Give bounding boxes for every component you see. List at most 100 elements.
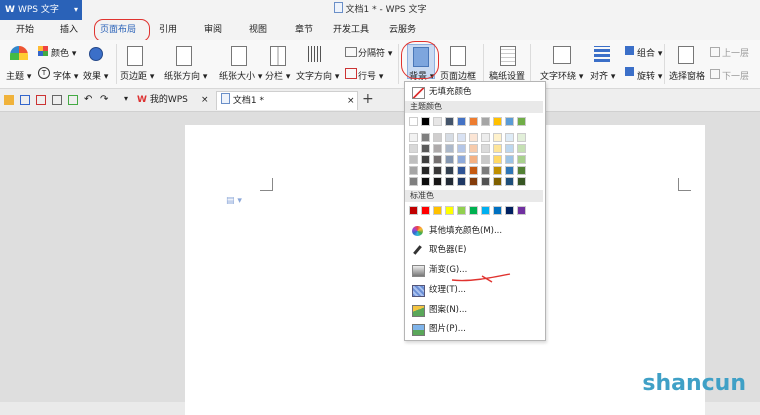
more-fill-colors-option[interactable]: 其他填充颜色(M)...	[405, 222, 543, 240]
standard-color-swatch[interactable]	[517, 206, 526, 215]
theme-color-swatch[interactable]	[505, 166, 514, 175]
theme-color-swatch[interactable]	[433, 144, 442, 153]
theme-color-swatch[interactable]	[481, 177, 490, 186]
theme-color-swatch[interactable]	[421, 177, 430, 186]
theme-color-swatch[interactable]	[433, 133, 442, 142]
no-fill-option[interactable]: 无填充颜色	[405, 83, 543, 101]
standard-color-swatch[interactable]	[421, 206, 430, 215]
theme-color-swatch[interactable]	[481, 117, 490, 126]
theme-color-swatch[interactable]	[469, 177, 478, 186]
theme-color-swatch[interactable]	[433, 166, 442, 175]
tab-review[interactable]: 审阅	[204, 22, 222, 38]
theme-button[interactable]: 主题 ▾	[6, 69, 31, 82]
theme-color-swatch[interactable]	[457, 144, 466, 153]
theme-color-swatch[interactable]	[433, 155, 442, 164]
theme-color-swatch[interactable]	[469, 144, 478, 153]
bring-forward-button[interactable]: 上一层	[722, 46, 749, 59]
redo-icon[interactable]: ↷	[100, 94, 108, 105]
text-direction-button[interactable]: 文字方向 ▾	[296, 69, 339, 82]
theme-color-swatch[interactable]	[505, 117, 514, 126]
theme-color-swatch[interactable]	[505, 144, 514, 153]
close-icon[interactable]: ×	[347, 92, 355, 110]
theme-color-swatch[interactable]	[445, 144, 454, 153]
theme-color-swatch[interactable]	[445, 117, 454, 126]
theme-color-swatch[interactable]	[433, 177, 442, 186]
theme-color-swatch[interactable]	[517, 177, 526, 186]
theme-color-swatch[interactable]	[505, 133, 514, 142]
theme-color-swatch[interactable]	[409, 155, 418, 164]
theme-color-swatch[interactable]	[409, 117, 418, 126]
tab-insert[interactable]: 插入	[60, 22, 78, 38]
theme-color-swatch[interactable]	[469, 166, 478, 175]
theme-color-swatch[interactable]	[409, 177, 418, 186]
print-icon[interactable]	[52, 95, 62, 105]
theme-color-swatch[interactable]	[421, 133, 430, 142]
standard-color-swatch[interactable]	[433, 206, 442, 215]
align-button[interactable]: 对齐 ▾	[590, 69, 615, 82]
undo-icon[interactable]: ↶	[84, 94, 92, 105]
theme-color-swatch[interactable]	[517, 166, 526, 175]
theme-color-swatch[interactable]	[493, 133, 502, 142]
theme-color-swatch[interactable]	[493, 166, 502, 175]
theme-color-swatch[interactable]	[457, 133, 466, 142]
standard-color-swatch[interactable]	[445, 206, 454, 215]
tab-references[interactable]: 引用	[159, 22, 177, 38]
theme-color-swatch[interactable]	[493, 144, 502, 153]
line-numbers-button[interactable]: 行号 ▾	[358, 69, 383, 82]
theme-color-swatch[interactable]	[445, 155, 454, 164]
paper-size-button[interactable]: 纸张大小 ▾	[219, 69, 262, 82]
theme-color-swatch[interactable]	[505, 177, 514, 186]
tab-document[interactable]: 文档1 * ×	[216, 91, 358, 110]
print-preview-icon[interactable]	[68, 95, 78, 105]
standard-color-swatch[interactable]	[457, 206, 466, 215]
close-icon[interactable]: ×	[201, 91, 209, 109]
orientation-button[interactable]: 纸张方向 ▾	[164, 69, 207, 82]
effects-button[interactable]: 效果 ▾	[83, 69, 108, 82]
theme-color-swatch[interactable]	[469, 155, 478, 164]
theme-color-swatch[interactable]	[409, 144, 418, 153]
theme-color-swatch[interactable]	[445, 133, 454, 142]
paste-options-icon[interactable]: ▤ ▾	[226, 196, 242, 206]
text-wrap-button[interactable]: 文字环绕 ▾	[540, 69, 583, 82]
standard-color-swatch[interactable]	[505, 206, 514, 215]
pattern-option[interactable]: 图案(N)...	[405, 301, 543, 319]
standard-color-swatch[interactable]	[409, 206, 418, 215]
theme-color-swatch[interactable]	[421, 155, 430, 164]
theme-color-swatch[interactable]	[457, 155, 466, 164]
standard-color-swatch[interactable]	[481, 206, 490, 215]
theme-color-swatch[interactable]	[517, 133, 526, 142]
theme-color-swatch[interactable]	[517, 117, 526, 126]
theme-color-swatch[interactable]	[517, 144, 526, 153]
theme-color-swatch[interactable]	[481, 166, 490, 175]
theme-color-swatch[interactable]	[469, 117, 478, 126]
send-backward-button[interactable]: 下一层	[722, 69, 749, 82]
theme-color-swatch[interactable]	[445, 177, 454, 186]
save-icon[interactable]	[20, 95, 30, 105]
standard-color-swatch[interactable]	[469, 206, 478, 215]
theme-color-swatch[interactable]	[481, 155, 490, 164]
theme-color-swatch[interactable]	[517, 155, 526, 164]
theme-color-swatch[interactable]	[469, 133, 478, 142]
theme-color-swatch[interactable]	[493, 155, 502, 164]
fonts-button[interactable]: 字体 ▾	[53, 69, 78, 82]
theme-color-swatch[interactable]	[445, 166, 454, 175]
theme-color-swatch[interactable]	[409, 166, 418, 175]
picture-option[interactable]: 图片(P)...	[405, 320, 543, 338]
rotate-button[interactable]: 旋转 ▾	[637, 69, 662, 82]
theme-color-swatch[interactable]	[421, 117, 430, 126]
tab-view[interactable]: 视图	[249, 22, 267, 38]
margins-button[interactable]: 页边距 ▾	[120, 69, 154, 82]
group-button[interactable]: 组合 ▾	[637, 46, 662, 59]
open-icon[interactable]	[4, 95, 14, 105]
selection-pane-button[interactable]: 选择窗格	[669, 69, 705, 82]
colors-button[interactable]: 颜色 ▾	[51, 46, 76, 59]
theme-color-swatch[interactable]	[493, 177, 502, 186]
theme-color-swatch[interactable]	[421, 144, 430, 153]
separator-button[interactable]: 分隔符 ▾	[358, 46, 392, 59]
new-tab-icon[interactable]: +	[362, 91, 374, 107]
columns-button[interactable]: 分栏 ▾	[265, 69, 290, 82]
theme-color-swatch[interactable]	[481, 144, 490, 153]
theme-color-swatch[interactable]	[481, 133, 490, 142]
theme-color-swatch[interactable]	[505, 155, 514, 164]
theme-color-swatch[interactable]	[493, 117, 502, 126]
